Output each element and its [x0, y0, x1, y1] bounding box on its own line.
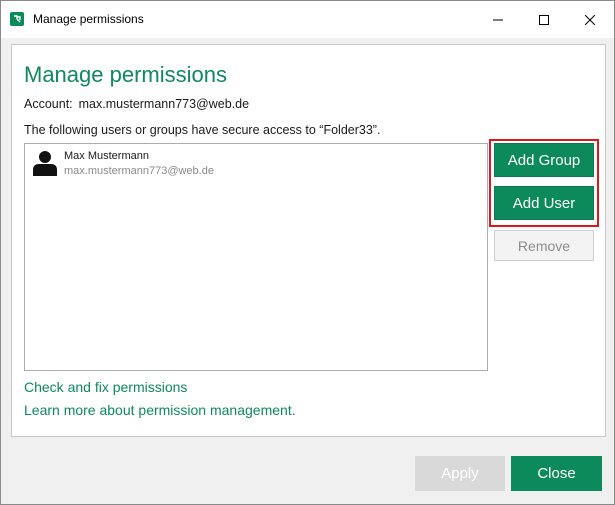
remove-button[interactable]: Remove — [494, 230, 594, 261]
apply-button[interactable]: Apply — [415, 456, 505, 491]
page-title: Manage permissions — [24, 62, 227, 87]
close-button[interactable]: Close — [511, 456, 602, 491]
check-fix-permissions-link[interactable]: Check and fix permissions — [24, 379, 187, 395]
add-user-button[interactable]: Add User — [494, 186, 594, 220]
manage-permissions-window: Manage permissions Manage permissions Ac… — [0, 0, 615, 505]
user-avatar-icon — [33, 151, 57, 176]
minimize-button[interactable] — [475, 1, 521, 38]
close-icon — [585, 14, 595, 25]
user-list[interactable]: Max Mustermann max.mustermann773@web.de — [24, 143, 488, 371]
maximize-icon — [539, 14, 549, 25]
learn-more-link[interactable]: Learn more about permission management. — [24, 402, 296, 418]
maximize-button[interactable] — [521, 1, 567, 38]
account-label: Account: — [24, 97, 73, 111]
access-description: The following users or groups have secur… — [24, 123, 381, 137]
user-email: max.mustermann773@web.de — [64, 165, 214, 177]
account-value: max.mustermann773@web.de — [78, 97, 250, 111]
list-item[interactable]: Max Mustermann max.mustermann773@web.de — [25, 144, 487, 182]
close-window-button[interactable] — [567, 1, 613, 38]
user-name: Max Mustermann — [64, 150, 149, 162]
account-line: Account: max.mustermann773@web.de — [24, 97, 249, 111]
app-logo-icon — [10, 12, 24, 26]
window-title: Manage permissions — [33, 12, 144, 26]
content-panel: Manage permissions Account: max.musterman… — [11, 44, 606, 437]
title-bar[interactable]: Manage permissions — [1, 1, 614, 38]
add-group-button[interactable]: Add Group — [494, 143, 594, 177]
minimize-icon — [493, 19, 503, 20]
